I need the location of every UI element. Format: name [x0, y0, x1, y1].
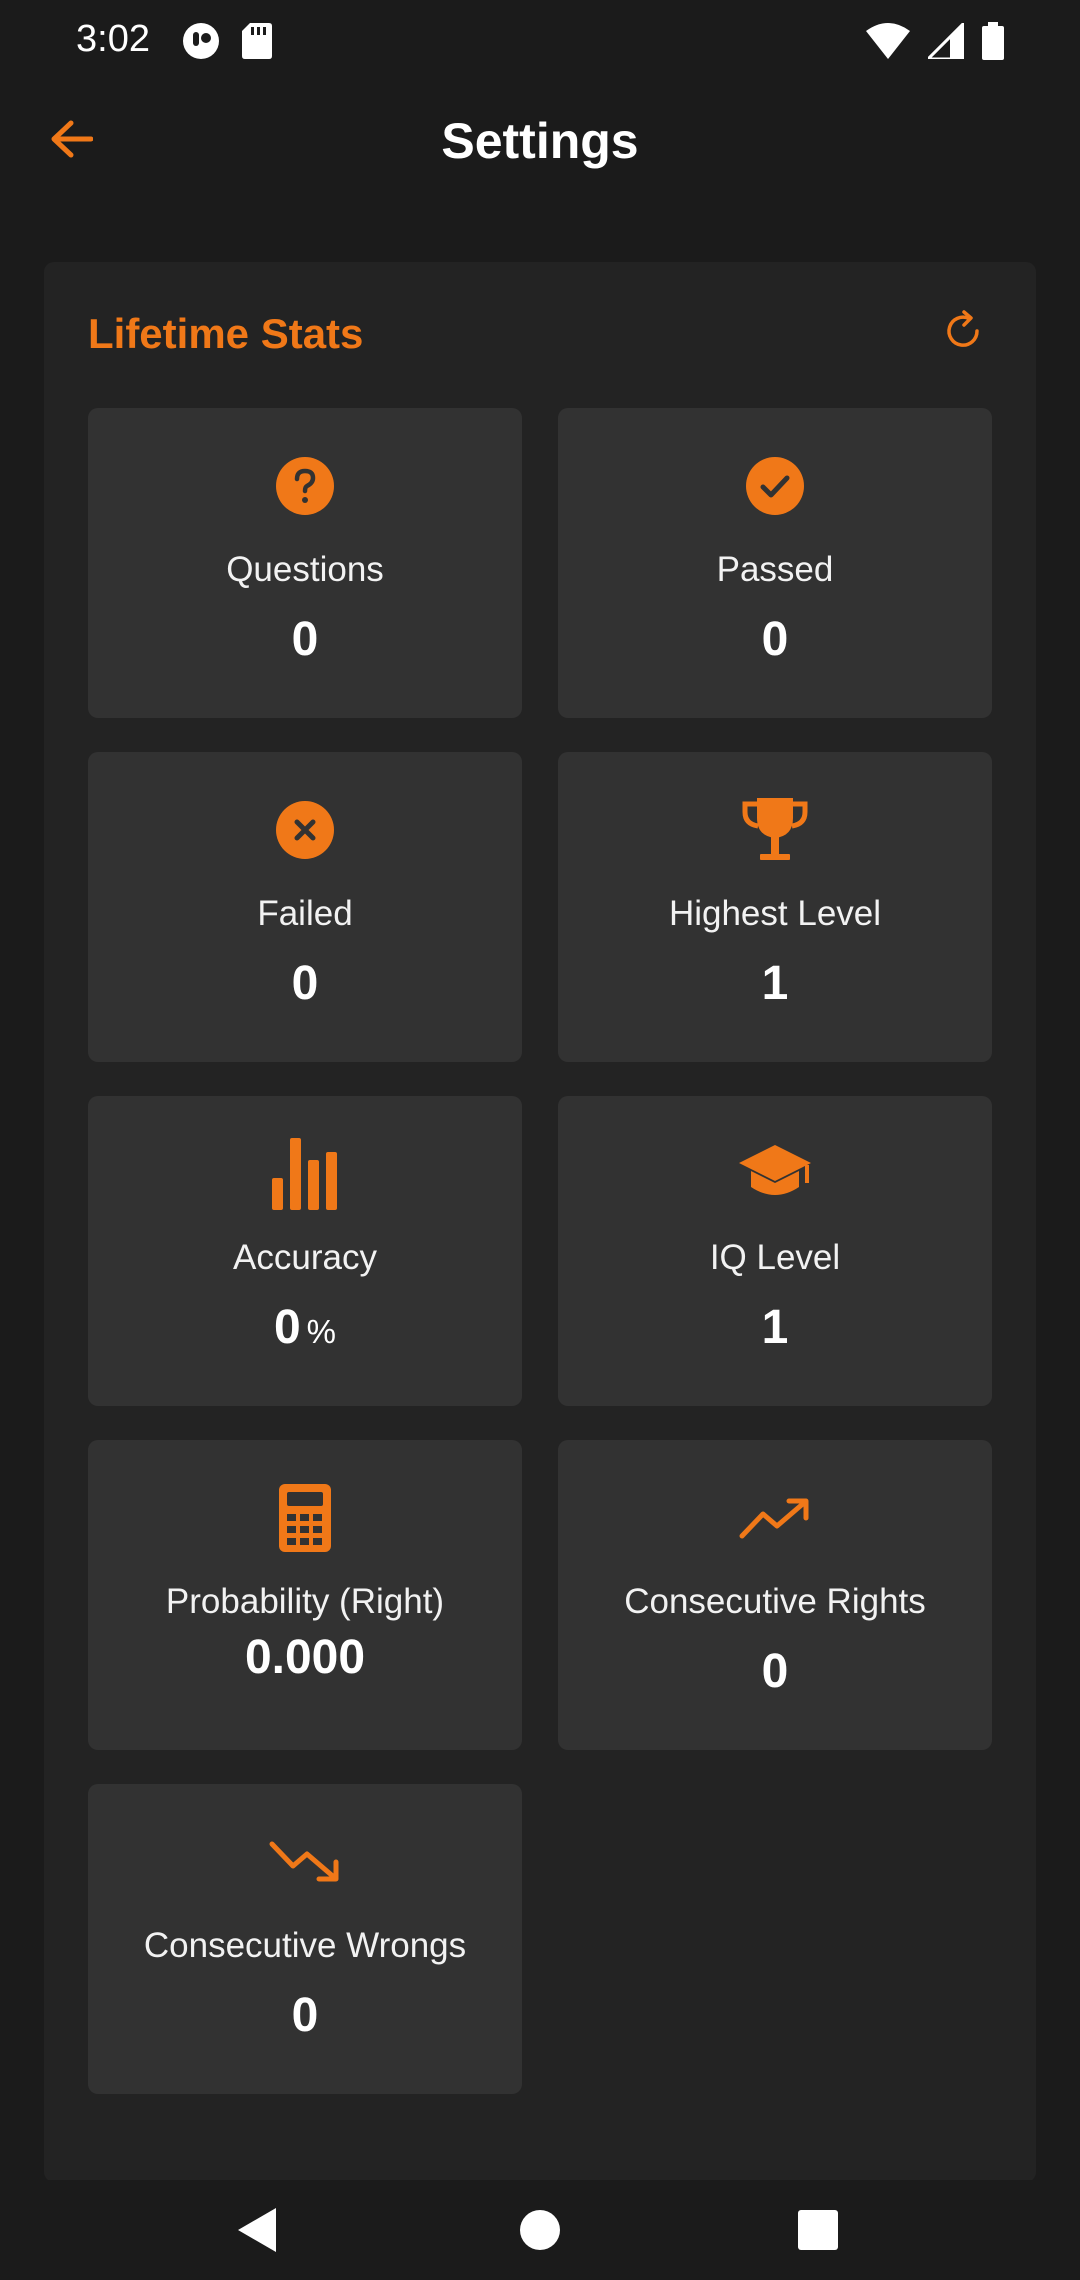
nav-back-icon	[236, 2206, 280, 2259]
stat-label: Failed	[257, 894, 353, 933]
question-circle-icon	[275, 456, 335, 521]
stat-value: 1	[761, 957, 789, 1010]
stat-label: Questions	[226, 550, 384, 589]
app-bar: Settings	[0, 86, 1080, 196]
nav-recents-button[interactable]	[788, 2202, 848, 2262]
check-circle-icon	[745, 456, 805, 521]
stat-label: Accuracy	[233, 1238, 377, 1277]
stat-value: 1	[761, 1301, 789, 1354]
stat-value: 0	[761, 1645, 789, 1698]
stat-tile-accuracy: Accuracy 0%	[88, 1096, 522, 1406]
trending-down-icon	[269, 1840, 341, 1889]
navigation-bar	[0, 2180, 1080, 2280]
lifetime-stats-card: Lifetime Stats Questions 0 Passed 0 Fail…	[44, 262, 1036, 2182]
stat-value: 0	[291, 1989, 319, 2042]
stat-tile-highest-level: Highest Level 1	[558, 752, 992, 1062]
refresh-icon	[940, 308, 986, 359]
trending-up-icon	[739, 1496, 811, 1545]
calculator-icon	[279, 1483, 331, 1557]
nav-home-button[interactable]	[510, 2202, 570, 2262]
bar-chart-icon	[272, 1137, 338, 1215]
sd-card-icon	[242, 23, 272, 64]
nav-home-icon	[518, 2208, 562, 2257]
stat-tile-failed: Failed 0	[88, 752, 522, 1062]
stat-value: 0	[291, 957, 319, 1010]
stat-tile-probability-right: Probability (Right) 0.000	[88, 1440, 522, 1750]
nav-recents-icon	[797, 2209, 839, 2256]
nav-back-button[interactable]	[228, 2202, 288, 2262]
stat-label: Consecutive Rights	[624, 1582, 926, 1621]
stat-tile-iq-level: IQ Level 1	[558, 1096, 992, 1406]
lifetime-stats-title: Lifetime Stats	[88, 310, 364, 357]
x-circle-icon	[275, 800, 335, 865]
stat-unit: %	[306, 1313, 337, 1350]
stat-label: Probability (Right)	[165, 1582, 445, 1621]
stat-value: 0.000	[244, 1631, 366, 1684]
stat-tile-consecutive-rights: Consecutive Rights 0	[558, 1440, 992, 1750]
stat-label: Highest Level	[668, 894, 882, 933]
stat-tile-questions: Questions 0	[88, 408, 522, 718]
wifi-icon	[866, 23, 910, 64]
status-time: 3:02	[76, 18, 150, 60]
status-bar: 3:02	[0, 0, 1080, 86]
battery-icon	[982, 22, 1004, 65]
stat-tile-passed: Passed 0	[558, 408, 992, 718]
cellular-signal-icon	[924, 19, 966, 64]
trophy-icon	[740, 796, 810, 869]
stat-label: IQ Level	[709, 1238, 841, 1277]
app-notification-icon	[182, 22, 220, 65]
stat-tile-consecutive-wrongs: Consecutive Wrongs 0	[88, 1784, 522, 2094]
refresh-button[interactable]	[934, 304, 992, 362]
stat-value: 0	[761, 613, 789, 666]
stat-label: Passed	[716, 550, 834, 589]
page-title: Settings	[441, 113, 639, 169]
stat-value: 0	[291, 613, 319, 666]
stat-value: 0%	[273, 1301, 337, 1354]
graduation-cap-icon	[737, 1143, 813, 1210]
stat-label: Consecutive Wrongs	[143, 1926, 467, 1965]
